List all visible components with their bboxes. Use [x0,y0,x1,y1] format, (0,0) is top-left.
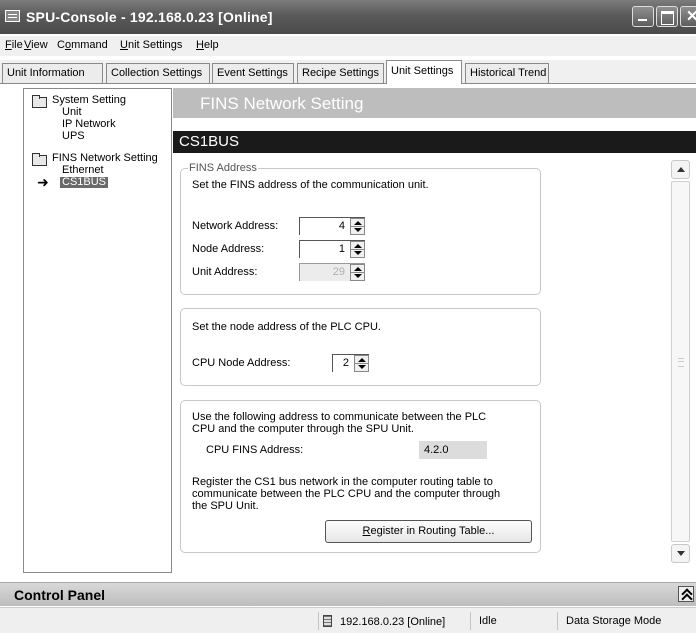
tab-collection-settings[interactable]: Collection Settings [106,63,210,83]
plc-node-description: Set the node address of the PLC CPU. [192,321,381,333]
menu-help[interactable]: Help [196,39,219,51]
node-address-stepper[interactable]: 1 [299,240,365,258]
unit-address-value: 29 [332,266,345,278]
routing-line-1: Use the following address to communicate… [192,411,487,423]
expand-chevron-icon[interactable] [678,586,694,602]
spin-arrows-icon[interactable] [350,241,365,258]
subsection-header: CS1BUS [173,131,696,153]
tree-item-ups[interactable]: UPS [62,131,85,142]
network-address-label: Network Address: [192,220,279,232]
tab-unit-settings[interactable]: Unit Settings [386,60,462,84]
fins-address-legend: FINS Address [188,162,258,174]
tree-item-cs1bus[interactable]: CS1BUS [60,177,109,188]
routing-group: Use the following address to communicate… [180,400,541,553]
tree-item-unit[interactable]: Unit [62,107,82,118]
menu-bar: File View Command Unit Settings Help [0,36,696,56]
register-line-1: Register the CS1 bus network in the comp… [192,476,493,488]
node-address-value: 1 [338,243,345,255]
spin-arrows-icon [350,264,365,281]
minimize-button[interactable] [632,6,654,27]
menu-command[interactable]: Command [57,39,108,51]
cpu-fins-address-field: 4.2.0 [419,441,487,459]
status-connection: 192.168.0.23 [Online] [318,612,466,630]
network-address-stepper[interactable]: 4 [299,217,365,235]
unit-address-label: Unit Address: [192,266,258,278]
status-bar: 192.168.0.23 [Online] Idle Data Storage … [0,607,696,633]
status-mode: Data Storage Mode [557,612,693,630]
menu-unit-settings[interactable]: Unit Settings [120,39,182,51]
menu-file[interactable]: File [5,39,23,51]
tab-historical-trend[interactable]: Historical Trend [465,63,549,83]
server-icon [323,615,332,627]
routing-line-2: CPU and the computer through the SPU Uni… [192,423,414,435]
cpu-fins-address-label: CPU FINS Address: [206,444,304,456]
unit-address-stepper: 29 [299,263,365,281]
status-state: Idle [470,612,556,630]
close-icon: ✕ [686,8,696,25]
tree-item-ip-network[interactable]: IP Network [62,119,116,130]
spin-arrows-icon[interactable] [350,218,365,235]
settings-panel: FINS Network Setting CS1BUS FINS Address… [173,88,696,573]
tab-recipe-settings[interactable]: Recipe Settings [297,63,384,83]
settings-tree: System Setting Unit IP Network UPS FINS … [23,88,172,573]
node-address-label: Node Address: [192,243,265,255]
tree-item-ethernet[interactable]: Ethernet [62,165,104,176]
tree-item-system-setting[interactable]: System Setting [52,95,126,106]
scroll-down-icon[interactable] [671,544,690,563]
scroll-thumb[interactable] [671,181,690,542]
plc-node-group: Set the node address of the PLC CPU. CPU… [180,308,541,386]
tree-item-fins-network-setting[interactable]: FINS Network Setting [52,153,158,164]
cpu-fins-address-value: 4.2.0 [424,444,449,456]
control-panel-title: Control Panel [14,587,106,603]
subsection-title: CS1BUS [179,133,240,150]
fins-address-group: FINS Address Set the FINS address of the… [180,162,541,295]
title-bar: SPU-Console - 192.168.0.23 [Online] ✕ [0,0,696,34]
maximize-button[interactable] [656,6,678,27]
tab-strip: Unit Information Collection Settings Eve… [0,60,696,84]
menu-view[interactable]: View [24,39,48,51]
cpu-node-address-stepper[interactable]: 2 [332,354,369,372]
cpu-node-address-value: 2 [342,357,349,369]
tab-event-settings[interactable]: Event Settings [212,63,294,83]
selected-arrow-icon: ➜ [37,174,49,190]
scroll-up-icon[interactable] [671,160,690,179]
section-title: FINS Network Setting [200,94,364,113]
fins-address-description: Set the FINS address of the communicatio… [192,179,429,191]
register-routing-button[interactable]: Register in Routing Table... [325,520,532,543]
folder-icon [32,153,47,166]
app-icon[interactable] [5,10,20,22]
spin-arrows-icon[interactable] [354,355,369,372]
vertical-scrollbar[interactable] [671,160,690,563]
section-header: FINS Network Setting [173,88,696,118]
tab-unit-information[interactable]: Unit Information [2,63,103,83]
cpu-node-address-label: CPU Node Address: [192,357,291,369]
register-line-2: communicate between the PLC CPU and the … [192,488,501,500]
close-button[interactable]: ✕ [680,6,696,27]
window-title: SPU-Console - 192.168.0.23 [Online] [26,9,273,25]
register-line-3: the SPU Unit. [192,500,259,512]
network-address-value: 4 [338,220,345,232]
control-panel-bar[interactable]: Control Panel [0,582,696,606]
folder-icon [32,95,47,108]
